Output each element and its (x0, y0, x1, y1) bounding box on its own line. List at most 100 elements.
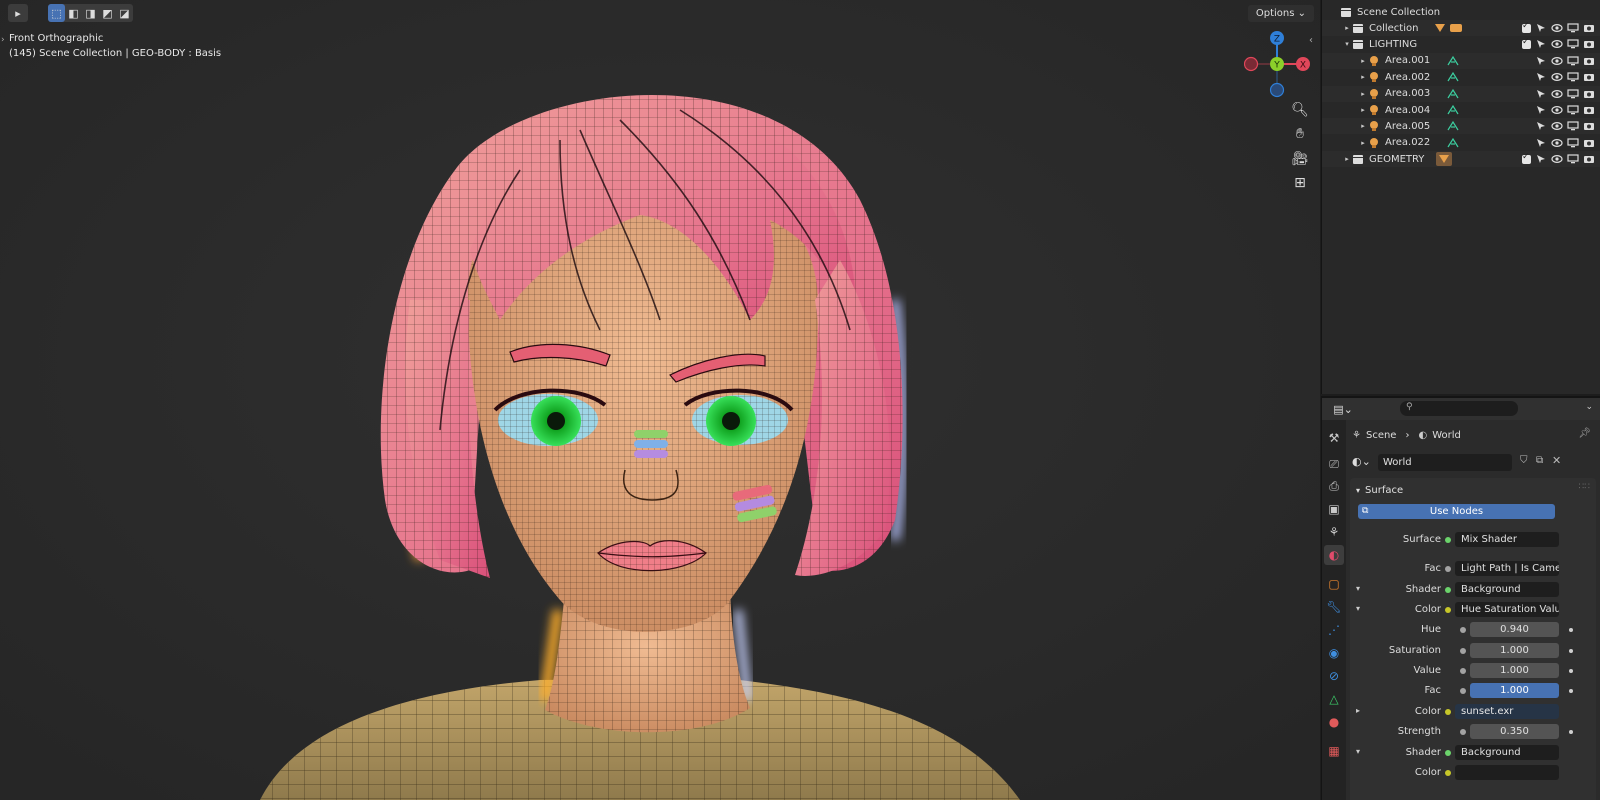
outliner-row[interactable]: ▸ GEOMETRY (1322, 151, 1600, 168)
expand-arrow-icon[interactable]: ▸ (1358, 90, 1368, 98)
property-value-field[interactable]: Hue Saturation Value (1455, 602, 1559, 617)
tool-tab[interactable]: ⚒ (1324, 428, 1344, 448)
expand-arrow-icon[interactable]: ▸ (1358, 73, 1368, 81)
socket-dot-icon[interactable] (1460, 729, 1466, 735)
toolbar-expand-arrow[interactable]: › (1, 35, 5, 45)
unlink-icon[interactable]: ✕ (1552, 454, 1561, 467)
selectable-cursor-icon[interactable] (1535, 137, 1547, 149)
breadcrumb-scene[interactable]: Scene (1366, 430, 1397, 441)
render-camera-icon[interactable] (1583, 88, 1595, 100)
render-tab[interactable]: ⎚ (1324, 454, 1344, 474)
material-tab[interactable]: ● (1324, 712, 1344, 732)
property-value-field[interactable]: Background (1455, 582, 1559, 597)
render-camera-icon[interactable] (1583, 38, 1595, 50)
render-camera-icon[interactable] (1583, 104, 1595, 116)
surface-panel-header[interactable]: ▾ Surface (1356, 482, 1403, 498)
render-camera-icon[interactable] (1583, 71, 1595, 83)
3d-viewport[interactable]: ▸ ⬚ ◧ ◨ ◩ ◪ Options ⌄ › ‹ Front Orthogra… (0, 0, 1320, 800)
expand-arrow-icon[interactable]: ▸ (1358, 106, 1368, 114)
monitor-icon[interactable] (1567, 153, 1579, 165)
render-camera-icon[interactable] (1583, 22, 1595, 34)
render-camera-icon[interactable] (1583, 137, 1595, 149)
exclude-checkbox[interactable] (1522, 21, 1531, 33)
properties-search-input[interactable]: ⚲ (1400, 401, 1518, 416)
outliner-row[interactable]: ▸ Area.022 (1322, 135, 1600, 151)
property-value-field[interactable]: 0.350 (1470, 724, 1559, 739)
socket-dot-icon[interactable] (1460, 668, 1466, 674)
select-extend-button[interactable]: ◧ (65, 4, 82, 22)
socket-dot-icon[interactable] (1445, 607, 1451, 613)
collapse-arrow-icon[interactable]: ▾ (1356, 747, 1360, 756)
property-value-field[interactable]: 0.940 (1470, 622, 1559, 637)
outliner-row[interactable]: ▸ Area.002 (1322, 69, 1600, 85)
outliner-row[interactable]: ▸ Collection (1322, 20, 1600, 36)
property-value-field[interactable]: sunset.exr (1455, 704, 1559, 719)
zoom-button[interactable]: 🔍︎ (1288, 99, 1312, 121)
navigation-gizmo[interactable]: Z X Y (1244, 30, 1314, 100)
gizmo-neg-z-axis[interactable] (1269, 82, 1285, 98)
selectable-cursor-icon[interactable] (1535, 38, 1547, 50)
select-invert-button[interactable]: ◩ (99, 4, 116, 22)
editor-type-button[interactable]: ▸ (8, 4, 28, 22)
expand-arrow-icon[interactable]: ▸ (1356, 706, 1360, 715)
particles-tab[interactable]: ⋰ (1324, 620, 1344, 640)
outliner-root-row[interactable]: Scene Collection (1322, 4, 1600, 20)
keyframe-dot-icon[interactable] (1569, 730, 1573, 734)
output-tab[interactable]: ⎙ (1324, 476, 1344, 496)
outliner-row[interactable]: ▾ LIGHTING (1322, 36, 1600, 52)
scene-tab[interactable]: ⚘ (1324, 522, 1344, 542)
selectable-cursor-icon[interactable] (1535, 120, 1547, 132)
camera-view-button[interactable]: 🎥︎ (1288, 148, 1312, 170)
selectable-cursor-icon[interactable] (1535, 71, 1547, 83)
socket-dot-icon[interactable] (1445, 750, 1451, 756)
render-camera-icon[interactable] (1583, 153, 1595, 165)
outliner-row[interactable]: ▸ Area.005 (1322, 118, 1600, 135)
socket-dot-icon[interactable] (1445, 587, 1451, 593)
socket-dot-icon[interactable] (1445, 770, 1451, 776)
socket-dot-icon[interactable] (1445, 537, 1451, 543)
options-button[interactable]: Options ⌄ (1247, 5, 1314, 22)
editor-type-dropdown[interactable]: ▤⌄ (1328, 400, 1358, 418)
render-camera-icon[interactable] (1583, 120, 1595, 132)
keyframe-dot-icon[interactable] (1569, 689, 1573, 693)
expand-arrow-icon[interactable]: ▸ (1342, 155, 1352, 163)
outliner-row[interactable]: ▸ Area.001 (1322, 52, 1600, 69)
view-layer-tab[interactable]: ▣ (1324, 499, 1344, 519)
keyframe-dot-icon[interactable] (1569, 628, 1573, 632)
select-subtract-button[interactable]: ◨ (82, 4, 99, 22)
collapse-arrow-icon[interactable]: ▾ (1356, 584, 1360, 593)
socket-dot-icon[interactable] (1445, 566, 1451, 572)
collapse-arrow-icon[interactable]: ▾ (1356, 604, 1360, 613)
expand-arrow-icon[interactable]: ▸ (1342, 24, 1352, 32)
eye-icon[interactable] (1551, 120, 1563, 132)
property-value-field[interactable] (1455, 765, 1559, 780)
data-tab[interactable]: △ (1324, 689, 1344, 709)
selectable-cursor-icon[interactable] (1535, 104, 1547, 116)
property-value-field[interactable]: Mix Shader (1455, 532, 1559, 547)
world-tab[interactable]: ◐ (1324, 545, 1344, 565)
exclude-checkbox[interactable] (1522, 37, 1531, 49)
socket-dot-icon[interactable] (1460, 627, 1466, 633)
constraints-tab[interactable]: ⊘ (1324, 666, 1344, 686)
property-value-field[interactable]: Background (1455, 745, 1559, 760)
gizmo-neg-x-axis[interactable] (1244, 56, 1259, 72)
eye-icon[interactable] (1551, 104, 1563, 116)
eye-icon[interactable] (1551, 22, 1563, 34)
monitor-icon[interactable] (1567, 120, 1579, 132)
fake-user-shield-icon[interactable]: ⛉ (1520, 455, 1528, 466)
pin-icon[interactable]: 📌︎ (1578, 428, 1591, 439)
eye-icon[interactable] (1551, 153, 1563, 165)
use-nodes-button[interactable]: ⧉ Use Nodes (1358, 504, 1555, 519)
world-name-input[interactable]: World (1378, 454, 1512, 471)
eye-icon[interactable] (1551, 55, 1563, 67)
monitor-icon[interactable] (1567, 104, 1579, 116)
monitor-icon[interactable] (1567, 88, 1579, 100)
pan-button[interactable]: ✋︎ (1288, 123, 1312, 145)
breadcrumb-world[interactable]: World (1432, 430, 1461, 441)
socket-dot-icon[interactable] (1460, 688, 1466, 694)
monitor-icon[interactable] (1567, 71, 1579, 83)
render-camera-icon[interactable] (1583, 55, 1595, 67)
socket-dot-icon[interactable] (1445, 709, 1451, 715)
exclude-checkbox[interactable] (1522, 152, 1531, 164)
eye-icon[interactable] (1551, 88, 1563, 100)
